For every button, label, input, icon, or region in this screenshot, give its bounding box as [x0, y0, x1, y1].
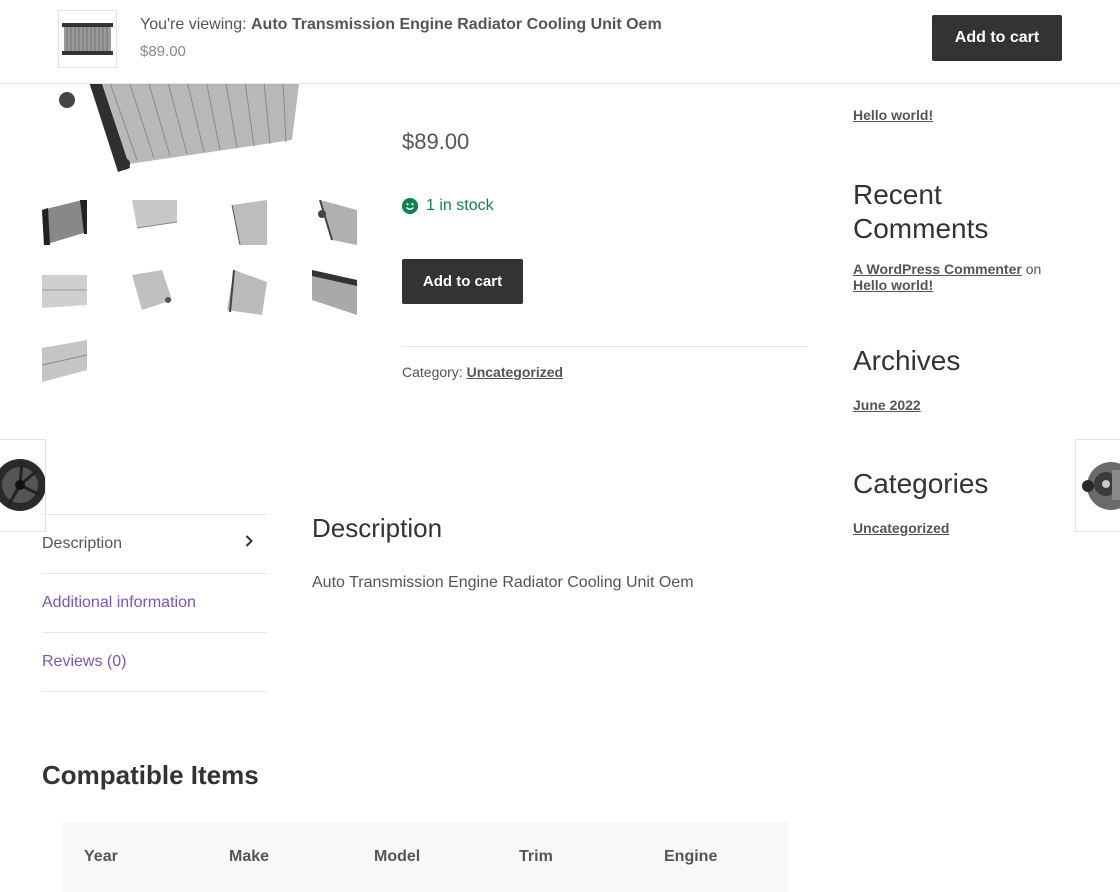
comment-post-link[interactable]: Hello world!: [853, 277, 933, 293]
product-tabs: Description Additional information Revie…: [42, 514, 267, 692]
tab-label: Description: [42, 535, 123, 552]
category-link[interactable]: Uncategorized: [467, 364, 563, 380]
product-meta-divider: [402, 346, 808, 347]
sticky-product-title: You're viewing: Auto Transmission Engine…: [140, 16, 662, 34]
comment-on-text: on: [1025, 261, 1042, 277]
recent-post-link[interactable]: Hello world!: [853, 107, 933, 123]
stock-text: 1 in stock: [426, 197, 494, 214]
column-header-make: Make: [229, 848, 270, 865]
gallery-thumbnail[interactable]: [222, 200, 267, 245]
previous-product-link[interactable]: [0, 439, 46, 532]
archive-link[interactable]: June 2022: [853, 397, 921, 413]
compatible-items-table: Year Make Model Trim Engine: [62, 822, 788, 892]
tab-reviews[interactable]: Reviews (0): [42, 632, 267, 692]
description-heading: Description: [312, 513, 443, 543]
tab-additional-information[interactable]: Additional information: [42, 573, 267, 632]
column-header-model: Model: [374, 848, 421, 865]
product-category: Category: Uncategorized: [402, 364, 563, 380]
sidebar-category-link[interactable]: Uncategorized: [853, 520, 949, 536]
sticky-price: $89.00: [140, 43, 186, 60]
category-label: Category:: [402, 364, 463, 380]
add-to-cart-button[interactable]: Add to cart: [402, 259, 523, 304]
gallery-thumbnail[interactable]: [42, 340, 87, 385]
gallery-thumbnail[interactable]: [312, 270, 357, 315]
sticky-add-to-cart-button[interactable]: Add to cart: [932, 15, 1062, 61]
tab-description[interactable]: Description: [42, 514, 267, 573]
tab-label: Reviews (0): [42, 653, 127, 670]
sticky-product-thumbnail: [58, 10, 117, 68]
column-header-year: Year: [84, 848, 118, 865]
comment-author-link[interactable]: A WordPress Commenter: [853, 261, 1022, 277]
chevron-right-icon: [245, 534, 253, 550]
column-header-engine: Engine: [664, 848, 718, 865]
tab-label: Additional information: [42, 594, 196, 611]
stock-status: 1 in stock: [402, 197, 494, 215]
archives-heading: Archives: [853, 345, 961, 376]
gallery-thumbnail[interactable]: [222, 270, 267, 315]
sticky-add-to-cart-bar: You're viewing: Auto Transmission Engine…: [0, 0, 1120, 84]
categories-heading: Categories: [853, 468, 989, 499]
gallery-thumbnail[interactable]: [132, 270, 177, 315]
gallery-thumbnail[interactable]: [312, 200, 357, 245]
description-body: Auto Transmission Engine Radiator Coolin…: [312, 574, 694, 591]
smiley-icon: [402, 198, 418, 214]
column-header-trim: Trim: [519, 848, 553, 865]
sticky-product-name: Auto Transmission Engine Radiator Coolin…: [250, 16, 662, 33]
next-product-link[interactable]: [1075, 439, 1120, 532]
sticky-viewing-prefix: You're viewing:: [140, 16, 247, 33]
gallery-thumbnail[interactable]: [42, 270, 87, 315]
product-price: $89.00: [402, 129, 470, 154]
recent-comments-heading: Recent Comments: [853, 179, 989, 244]
gallery-thumbnail[interactable]: [132, 200, 177, 245]
compatible-items-heading: Compatible Items: [42, 760, 259, 790]
recent-comment-item: A WordPress Commenter on Hello world!: [853, 261, 1083, 293]
gallery-thumbnail[interactable]: [42, 200, 87, 245]
